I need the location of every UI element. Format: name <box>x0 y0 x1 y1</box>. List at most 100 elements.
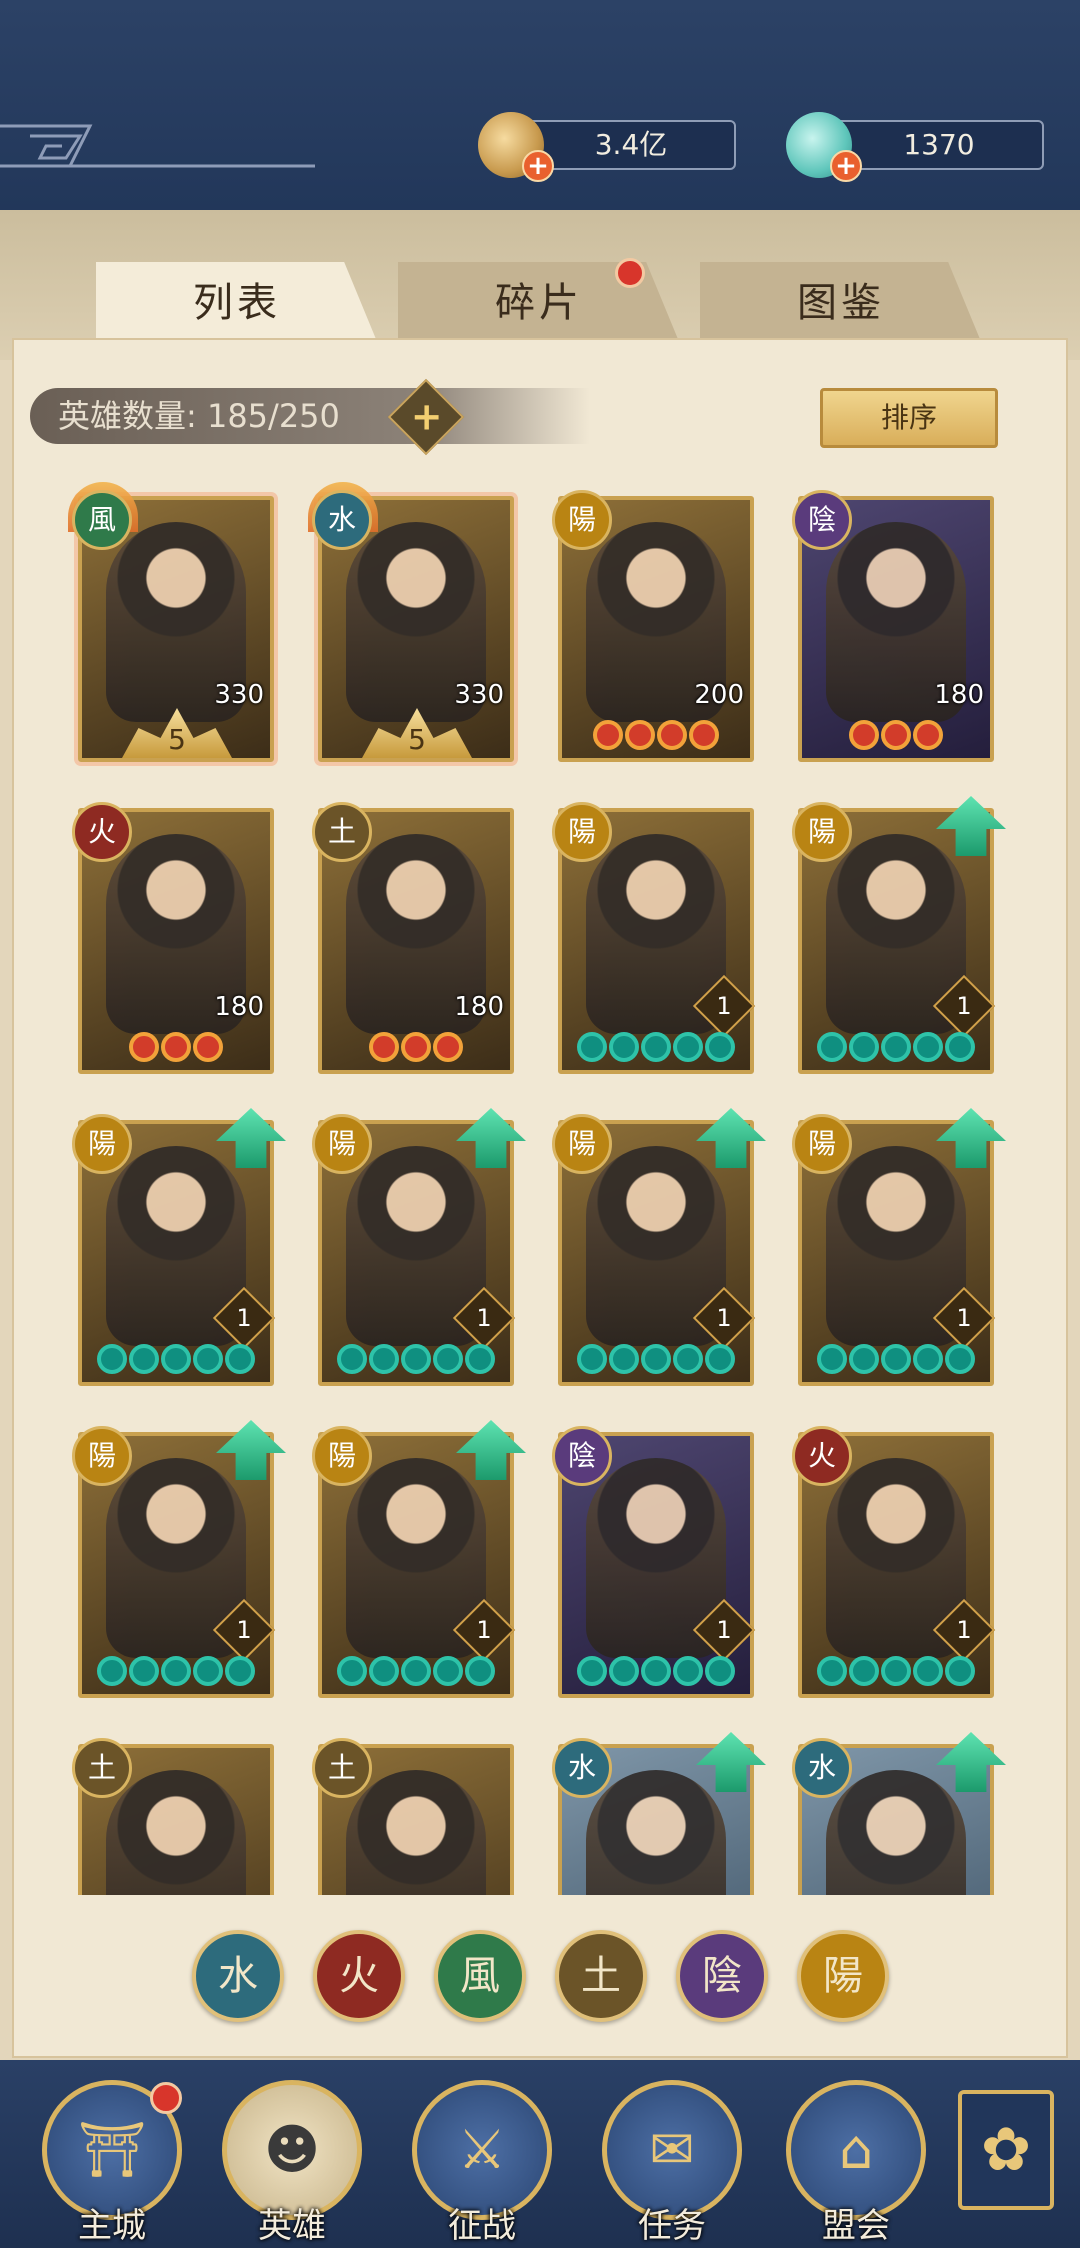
red-star-icon <box>625 720 655 750</box>
filter-wind[interactable]: 風 <box>434 1930 526 2022</box>
star-row <box>562 720 750 754</box>
teal-star-icon <box>913 1344 943 1374</box>
hero-rank-value: 1 <box>476 1304 492 1332</box>
teal-star-icon <box>673 1656 703 1686</box>
teal-star-icon <box>97 1344 127 1374</box>
hero-card[interactable]: 水 <box>552 1732 766 1895</box>
filter-earth[interactable]: 土 <box>555 1930 647 2022</box>
element-badge: 陽 <box>72 1426 132 1486</box>
red-star-icon <box>129 1032 159 1062</box>
teal-star-icon <box>161 1656 191 1686</box>
upgrade-arrow-icon <box>936 796 1006 856</box>
teal-star-icon <box>945 1032 975 1062</box>
teal-star-icon <box>945 1344 975 1374</box>
star-row <box>802 720 990 754</box>
teal-star-icon <box>641 1656 671 1686</box>
filter-water[interactable]: 水 <box>192 1930 284 2022</box>
hero-card[interactable]: 陽1 <box>552 1108 766 1386</box>
filter-yang[interactable]: 陽 <box>797 1930 889 2022</box>
teal-star-icon <box>577 1032 607 1062</box>
hero-card[interactable]: 陽1 <box>312 1420 526 1698</box>
hero-portrait <box>826 1770 966 1895</box>
teal-star-icon <box>433 1656 463 1686</box>
hero-level: 200 <box>694 680 744 710</box>
red-star-icon <box>161 1032 191 1062</box>
filter-fire[interactable]: 火 <box>313 1930 405 2022</box>
teal-star-icon <box>705 1656 735 1686</box>
nav-hero[interactable]: ☻ 英雄 <box>222 2080 366 2246</box>
hero-card[interactable]: 土 <box>72 1738 274 1895</box>
hero-card[interactable]: 火1 <box>792 1426 996 1698</box>
notification-dot <box>150 2082 182 2114</box>
hero-level: 180 <box>214 992 264 1022</box>
hero-rank-value: 1 <box>716 1616 732 1644</box>
hero-card[interactable]: 陽1 <box>792 796 1006 1074</box>
teal-star-icon <box>913 1656 943 1686</box>
nav-guild[interactable]: ⌂ 盟会 <box>786 2080 930 2246</box>
filter-yin[interactable]: 陰 <box>676 1930 768 2022</box>
teal-star-icon <box>609 1344 639 1374</box>
hero-card[interactable]: 風 330 5 <box>68 482 274 762</box>
element-badge: 陽 <box>552 802 612 862</box>
star-row <box>802 1032 990 1066</box>
hero-card[interactable]: 土 <box>312 1738 514 1895</box>
hero-card[interactable]: 水 330 5 <box>308 482 514 762</box>
teal-star-icon <box>673 1344 703 1374</box>
upgrade-arrow-icon <box>216 1108 286 1168</box>
hero-card[interactable]: 陰1 <box>552 1426 756 1698</box>
element-badge: 水 <box>792 1738 852 1798</box>
teal-star-icon <box>337 1656 367 1686</box>
teal-star-icon <box>641 1032 671 1062</box>
element-badge: 陽 <box>312 1426 372 1486</box>
hero-card[interactable]: 土 180 <box>312 802 514 1074</box>
upgrade-arrow-icon <box>696 1108 766 1168</box>
teal-star-icon <box>673 1032 703 1062</box>
upgrade-arrow-icon <box>456 1108 526 1168</box>
hero-card[interactable]: 陽 200 <box>552 490 754 762</box>
element-badge: 陽 <box>792 1114 852 1174</box>
star-row <box>802 1656 990 1690</box>
upgrade-arrow-icon <box>936 1732 1006 1792</box>
star-row <box>322 1344 510 1378</box>
menu-button[interactable]: ✿ <box>958 2090 1054 2210</box>
teal-star-icon <box>577 1656 607 1686</box>
pavilion-icon: ⌂ <box>838 2118 874 2181</box>
teal-star-icon <box>609 1656 639 1686</box>
hero-grid: 風 330 5 水 330 5 陽 200 陰 180 火 180 土 180 陽 1 陽 1 陽 1 陽 1 陽 1 陽 1 陽 1… <box>0 0 1080 1895</box>
teal-star-icon <box>129 1344 159 1374</box>
hero-card[interactable]: 陽1 <box>72 1108 286 1386</box>
nav-battle[interactable]: ⚔ 征战 <box>412 2080 556 2246</box>
teal-star-icon <box>641 1344 671 1374</box>
teal-star-icon <box>849 1344 879 1374</box>
star-row <box>82 1656 270 1690</box>
hero-card[interactable]: 陽1 <box>72 1420 286 1698</box>
hero-level: 180 <box>454 992 504 1022</box>
hero-rank-value: 1 <box>716 1304 732 1332</box>
hero-rank-value: 1 <box>956 1616 972 1644</box>
hero-portrait <box>346 1770 486 1895</box>
nav-hero-label: 英雄 <box>258 2206 326 2246</box>
hero-card[interactable]: 陽1 <box>312 1108 526 1386</box>
teal-star-icon <box>161 1344 191 1374</box>
hero-card[interactable]: 陽1 <box>552 802 756 1074</box>
upgrade-arrow-icon <box>696 1732 766 1792</box>
hero-card[interactable]: 火 180 <box>72 802 274 1074</box>
nav-battle-label: 征战 <box>448 2206 516 2246</box>
element-badge: 風 <box>72 490 132 550</box>
teal-star-icon <box>369 1656 399 1686</box>
upgrade-arrow-icon <box>456 1420 526 1480</box>
nav-quest[interactable]: ✉ 任务 <box>602 2080 746 2246</box>
nav-guild-label: 盟会 <box>822 2206 890 2246</box>
hero-level: 180 <box>934 680 984 710</box>
teal-star-icon <box>881 1344 911 1374</box>
hero-card[interactable]: 陽1 <box>792 1108 1006 1386</box>
hero-card[interactable]: 水 <box>792 1732 1006 1895</box>
red-star-icon <box>689 720 719 750</box>
teal-star-icon <box>881 1032 911 1062</box>
hero-rank-value: 1 <box>236 1304 252 1332</box>
hero-rank-value: 1 <box>476 1616 492 1644</box>
hero-card[interactable]: 陰 180 <box>792 490 994 762</box>
star-row <box>562 1032 750 1066</box>
teal-star-icon <box>337 1344 367 1374</box>
nav-main-city-label: 主城 <box>78 2206 146 2246</box>
